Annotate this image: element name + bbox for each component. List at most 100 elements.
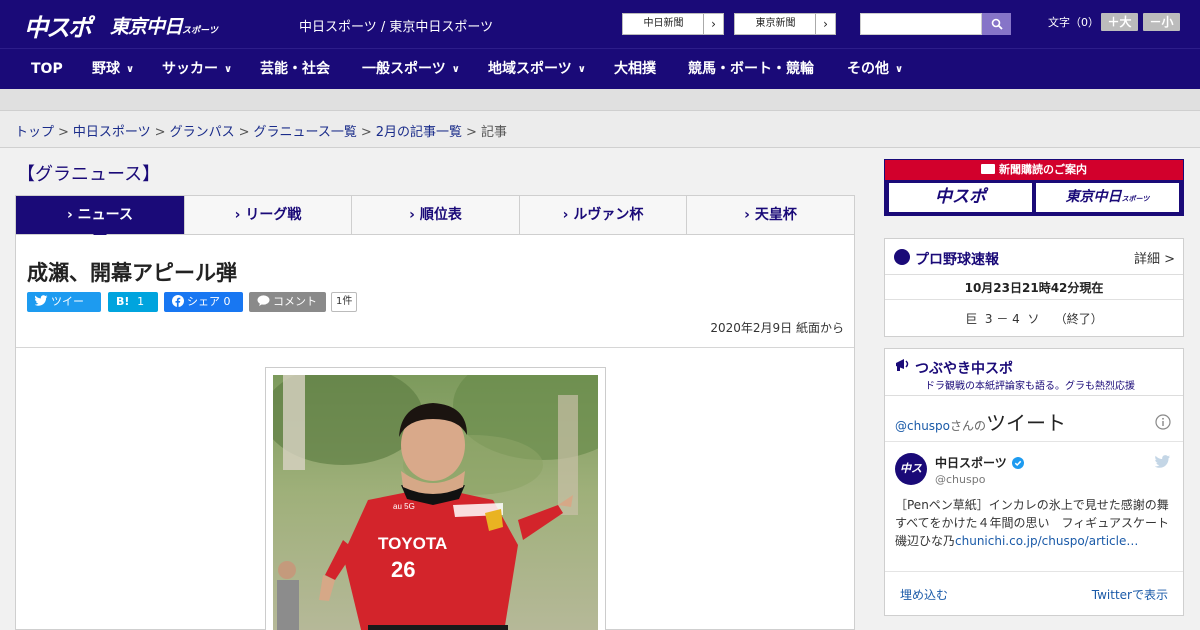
breadcrumb-top[interactable]: トップ <box>15 125 54 140</box>
nav-baseball-label: 野球 <box>92 61 120 77</box>
tab-prefix: › <box>234 207 241 223</box>
jersey-kit-text: au 5G <box>393 502 415 511</box>
breadcrumb-grampus[interactable]: グランパス <box>170 125 235 140</box>
tokyo-shimbun-label: 東京新聞 <box>755 18 796 29</box>
breadcrumb-sep: > <box>360 125 372 140</box>
breadcrumb-sep: > <box>58 125 69 140</box>
comment-count: 1件 <box>331 292 358 312</box>
chuspo-subscribe-button[interactable]: 中スポ <box>889 183 1032 212</box>
tokyo-chunichi-subscribe-small: スポーツ <box>1121 195 1150 203</box>
chuspo-avatar[interactable]: 中スポ <box>895 453 927 507</box>
view-on-twitter-link[interactable]: Twitterで表示 <box>1092 586 1168 603</box>
tweets-card-subtitle: ドラ観戦の本紙評論家も語る。グラも熱烈応援 <box>925 381 1135 392</box>
breadcrumb-granews-list[interactable]: グラニュース一覧 <box>254 125 357 140</box>
tab-news[interactable]: › ニュース <box>16 196 185 241</box>
article: 成瀬、開幕アピール弾 ツイート B! 1 シェア 0 コメント 1件 2020年… <box>15 235 855 630</box>
breadcrumb-sep: > <box>154 125 166 140</box>
baseball-scores-card: プロ野球速報 詳細 > 10月23日21時42分現在 巨 3 － 4 ソ （終了… <box>884 238 1184 337</box>
facebook-share-label: シェア <box>187 295 220 308</box>
chunichi-shimbun-label: 中日新聞 <box>643 18 684 29</box>
tweets-card: つぶやき中スポ ドラ観戦の本紙評論家も語る。グラも熱烈応援 @chuspoさんの… <box>884 348 1184 616</box>
breadcrumb-chuspo[interactable]: 中日スポーツ <box>73 125 151 140</box>
search-icon <box>991 18 1003 30</box>
chevron-down-icon: ∨ <box>895 64 904 75</box>
search-input[interactable] <box>860 13 982 35</box>
article-divider <box>16 347 854 348</box>
breadcrumb-feb-list[interactable]: 2月の記事一覧 <box>376 125 462 140</box>
player-photo-illustration: TOYOTA 26 au 5G <box>273 375 598 630</box>
tweet-footer: 埋め込む Twitterで表示 <box>885 571 1183 615</box>
baseball-detail-link[interactable]: 詳細 > <box>1134 248 1175 267</box>
breadcrumb-current: 記事 <box>480 125 507 140</box>
timeline-tweet-heading: ツイート <box>986 411 1067 435</box>
baseball-card-title: プロ野球速報 <box>915 252 999 268</box>
jersey-number-text: 26 <box>391 557 415 582</box>
nav-keiba[interactable]: 競馬・ボート・競輪 <box>688 49 814 90</box>
tokyo-shimbun-button[interactable]: 東京新聞 › <box>734 13 836 35</box>
info-icon[interactable] <box>1155 414 1171 430</box>
tab-news-label: ニュース <box>77 207 133 223</box>
tokyo-chunichi-logo[interactable]: 東京中日スポーツ <box>110 12 218 39</box>
nav-top[interactable]: TOP <box>31 49 63 90</box>
site-title: 中日スポーツ / 東京中日スポーツ <box>299 20 494 35</box>
tokyo-chunichi-logo-text: 東京中日 <box>110 16 183 38</box>
tab-league[interactable]: › リーグ戦 <box>185 196 352 234</box>
timeline-handle-suffix: さんの <box>950 419 987 433</box>
nav-baseball[interactable]: 野球 ∨ <box>92 49 134 90</box>
baseball-icon <box>894 249 910 265</box>
article-photo-frame: TOYOTA 26 au 5G <box>265 367 606 630</box>
font-smaller-button[interactable]: －小 <box>1143 13 1180 31</box>
tweet-button[interactable]: ツイート <box>27 292 101 328</box>
nav-soccer-label: サッカー <box>162 61 218 77</box>
baseball-divider <box>885 299 1183 300</box>
tab-emperors-cup-label: 天皇杯 <box>754 207 797 223</box>
chevron-right-icon: › <box>703 14 723 34</box>
twitter-bird-icon <box>34 295 48 306</box>
hatena-bookmark-button[interactable]: B! 1 <box>108 292 158 312</box>
tweet-item[interactable]: 中スポ 中日スポーツ @chuspo ［Penペン草紙］インカレの氷上で見せた感… <box>885 441 1183 571</box>
embed-link[interactable]: 埋め込む <box>900 586 948 603</box>
section-title: 【グラニュース】 <box>17 164 161 185</box>
subscription-ad[interactable]: 新聞購読のご案内 中スポ 東京中日スポーツ <box>884 159 1184 216</box>
tweet-author-name[interactable]: 中日スポーツ <box>935 454 1007 471</box>
chuspo-logo[interactable]: 中スポ <box>24 8 92 43</box>
tab-emperors-cup[interactable]: › 天皇杯 <box>687 196 854 234</box>
chunichi-shimbun-button[interactable]: 中日新聞 › <box>622 13 724 35</box>
article-headline: 成瀬、開幕アピール弾 <box>27 261 237 285</box>
subscription-ad-title: 新聞購読のご案内 <box>885 160 1183 180</box>
font-larger-button[interactable]: ＋大 <box>1101 13 1138 31</box>
tab-prefix: › <box>67 207 73 223</box>
tab-levain-cup[interactable]: › ルヴァン杯 <box>520 196 687 234</box>
tokyo-chunichi-logo-small: スポーツ <box>182 26 218 36</box>
nav-sumo-label: 大相撲 <box>614 61 656 77</box>
timeline-handle-link[interactable]: @chuspo <box>895 419 950 433</box>
comment-button[interactable]: コメント <box>249 292 326 312</box>
facebook-share-button[interactable]: シェア 0 <box>164 292 243 312</box>
tab-league-label: リーグ戦 <box>245 207 302 223</box>
nav-entertainment-label: 芸能・社会 <box>260 61 330 77</box>
article-dateline: 2020年2月9日 紙面から <box>710 321 844 335</box>
nav-soccer[interactable]: サッカー ∨ <box>162 49 232 90</box>
nav-general-sports[interactable]: 一般スポーツ ∨ <box>362 49 460 90</box>
baseball-score-line[interactable]: 巨 3 － 4 ソ （終了） <box>885 310 1183 327</box>
tab-standings[interactable]: › 順位表 <box>352 196 520 234</box>
search-button[interactable] <box>982 13 1011 35</box>
nav-sumo[interactable]: 大相撲 <box>614 49 656 90</box>
tokyo-chunichi-subscribe-button[interactable]: 東京中日スポーツ <box>1036 183 1179 212</box>
font-size-label: 文字（0） <box>1048 16 1099 29</box>
nav-entertainment[interactable]: 芸能・社会 <box>260 49 330 90</box>
subscription-ad-label: 新聞購読のご案内 <box>999 163 1087 176</box>
nav-other[interactable]: その他 ∨ <box>847 49 903 90</box>
gray-band <box>0 89 1200 111</box>
comment-label: コメント <box>273 295 317 308</box>
nav-other-label: その他 <box>847 61 889 77</box>
main-nav: TOP 野球 ∨ サッカー ∨ 芸能・社会 一般スポーツ ∨ 地域スポーツ ∨ 大相撲 … <box>0 48 1200 89</box>
nav-local-sports[interactable]: 地域スポーツ ∨ <box>488 49 586 90</box>
tweets-card-title: つぶやき中スポ <box>915 361 1013 377</box>
hatena-count: 1 <box>137 295 145 308</box>
chevron-down-icon: ∨ <box>577 64 586 75</box>
tweet-author-handle[interactable]: @chuspo <box>935 473 985 486</box>
tweet-link[interactable]: chunichi.co.jp/chuspo/article… <box>955 534 1138 548</box>
article-photo[interactable]: TOYOTA 26 au 5G <box>273 375 598 630</box>
chevron-right-icon: › <box>815 14 835 34</box>
